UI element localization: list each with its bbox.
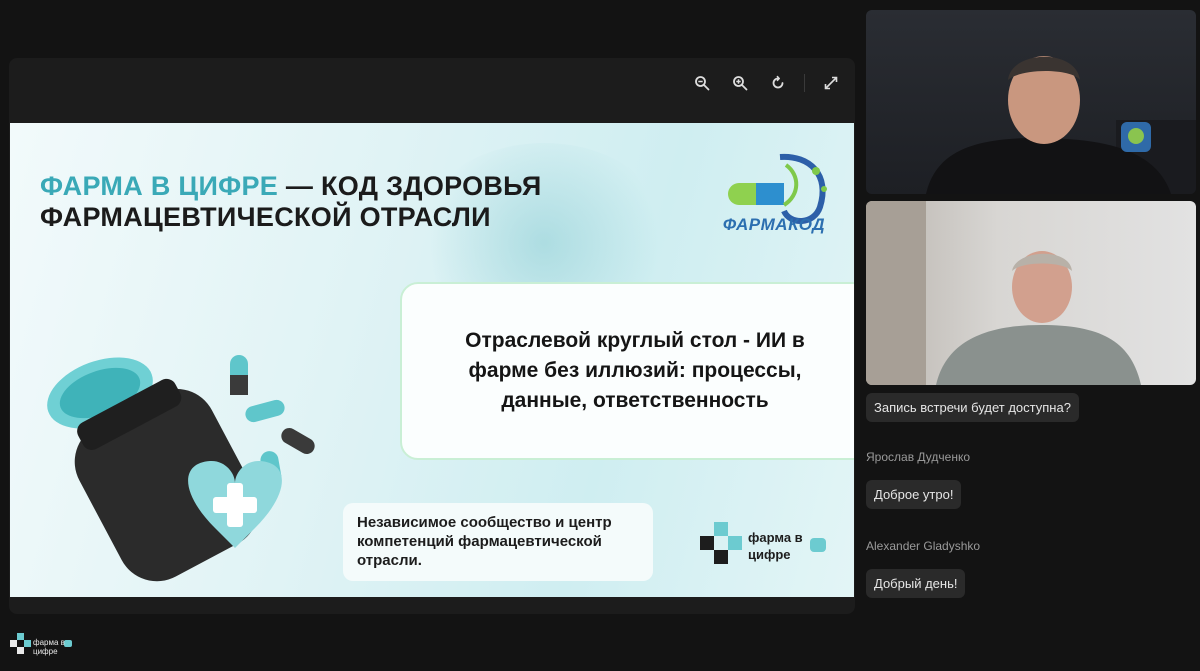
brand-line-2: цифре (748, 547, 791, 562)
presentation-slide[interactable]: Фарма в цифре — Код здоровья фармацевтич… (10, 123, 854, 597)
slide-title-accent: Фарма в цифре (40, 171, 279, 201)
farmakod-logo-text: ФАРМАКОД (722, 215, 826, 234)
roundtable-card: Отраслевой круглый стол - ИИ в фарме без… (400, 282, 854, 460)
bottom-brand-logo: фарма в цифре (8, 632, 78, 660)
capsule (230, 355, 248, 395)
chat-message: Доброе утро! (866, 480, 962, 509)
pill-bottle-illustration (47, 355, 315, 582)
chat-author: Ярослав Дудченко (866, 450, 971, 464)
zoom-in-button[interactable] (728, 71, 752, 95)
participant-2-silhouette (866, 201, 1141, 385)
bottom-logo-line-2: цифре (33, 647, 58, 656)
roundtable-text: Отраслевой круглый стол - ИИ в фарме без… (465, 329, 805, 412)
chat-message: Добрый день! (866, 569, 966, 598)
rotate-icon (772, 75, 784, 89)
brand-line-1: фарма в (748, 530, 803, 545)
slide-title: Фарма в цифре — Код здоровья фармацевтич… (40, 171, 660, 233)
fullscreen-button[interactable] (819, 71, 843, 95)
meeting-window: Фарма в цифре — Код здоровья фармацевтич… (0, 0, 1200, 671)
zoom-out-icon (695, 76, 710, 91)
toolbar-divider (804, 74, 805, 92)
rotate-button[interactable] (766, 71, 790, 95)
participant-video-2[interactable] (866, 201, 1196, 385)
chat-author: Alexander Gladyshko (866, 539, 981, 553)
presentation-toolbar (690, 70, 843, 96)
expand-icon (824, 76, 838, 90)
community-text: Независимое сообщество и центр компетенц… (357, 514, 612, 569)
zoom-out-button[interactable] (690, 71, 714, 95)
bottom-logo-line-1: фарма в (33, 638, 65, 647)
community-card: Независимое сообщество и центр компетенц… (343, 503, 653, 581)
chat-message: Запись встречи будет доступна? (866, 393, 1079, 422)
brand-mark-icon: фарма в цифре (10, 633, 72, 656)
participant-video-1[interactable] (866, 10, 1196, 194)
zoom-in-icon (733, 76, 748, 91)
participant-1-silhouette (926, 56, 1196, 194)
